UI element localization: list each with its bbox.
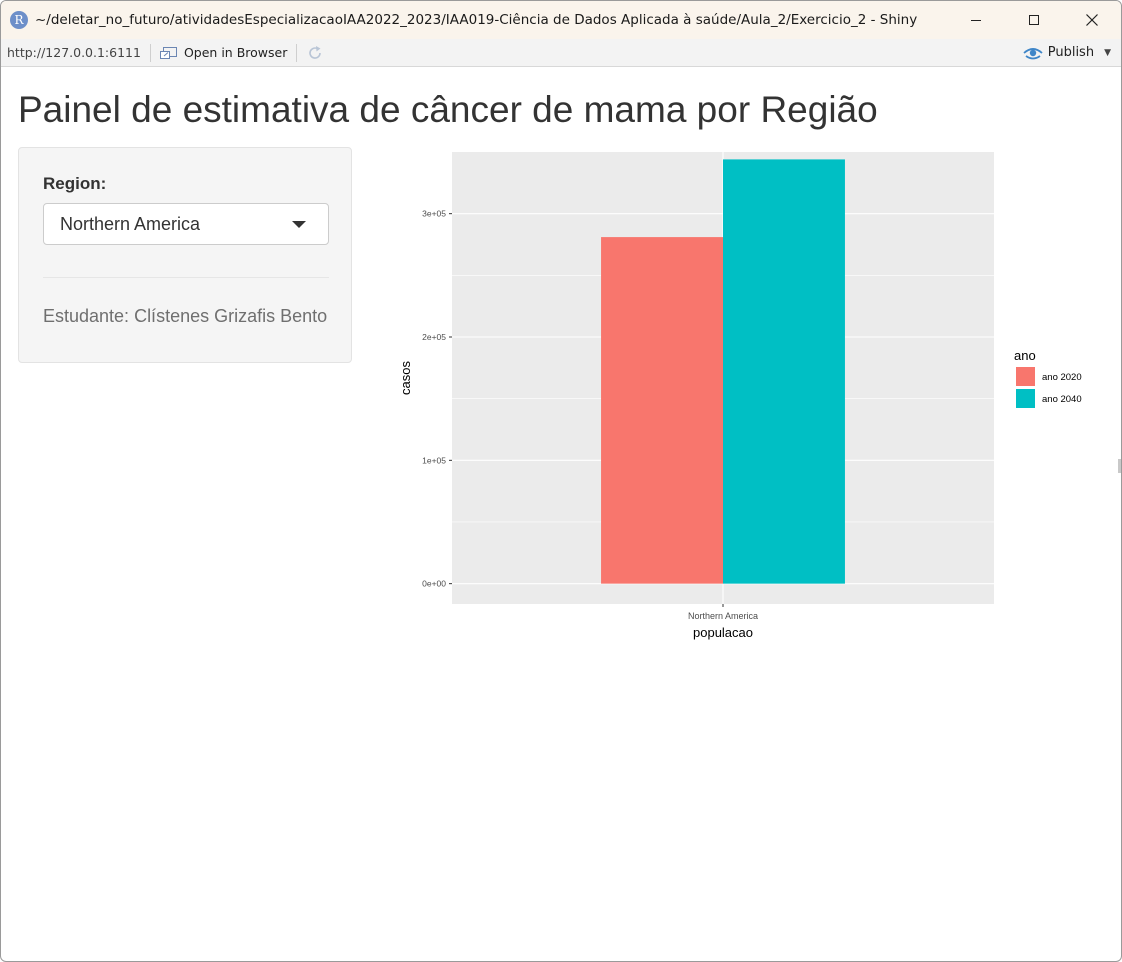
- title-bar: R ~/deletar_no_futuro/atividadesEspecial…: [1, 1, 1121, 39]
- region-label: Region:: [43, 174, 107, 193]
- y-tick-label: 1e+05: [422, 455, 446, 465]
- y-tick-label: 2e+05: [422, 332, 446, 342]
- url-text[interactable]: http://127.0.0.1:6111: [7, 45, 141, 60]
- scroll-edge-marker: [1118, 459, 1121, 473]
- y-tick-label: 0e+00: [422, 579, 446, 589]
- bar-ano-2040: [723, 159, 845, 584]
- toolbar-divider: [149, 43, 151, 62]
- maximize-icon: [1029, 15, 1039, 25]
- region-selected-value: Northern America: [60, 214, 201, 234]
- publish-label: Publish: [1047, 45, 1095, 60]
- bar-ano-2020: [601, 237, 723, 584]
- legend-title: ano: [1014, 348, 1036, 363]
- chevron-down-icon: [292, 221, 306, 228]
- close-button[interactable]: [1063, 1, 1121, 39]
- open-browser-icon: [159, 46, 177, 59]
- legend-key: [1016, 367, 1035, 386]
- refresh-button[interactable]: [306, 44, 324, 62]
- minimize-icon: [971, 20, 981, 21]
- legend-label: ano 2020: [1042, 372, 1082, 383]
- maximize-button[interactable]: [1005, 1, 1063, 39]
- legend-label: ano 2040: [1042, 394, 1082, 405]
- y-axis-title: casos: [398, 361, 413, 395]
- sidebar-divider: [43, 277, 329, 278]
- refresh-icon: [309, 45, 322, 59]
- sidebar-panel: Region: Northern America Estudante: Clís…: [18, 147, 352, 363]
- toolbar-divider: [296, 43, 298, 62]
- shiny-viewer-window: R ~/deletar_no_futuro/atividadesEspecial…: [0, 0, 1122, 962]
- publish-dropdown-icon[interactable]: ▼: [1104, 48, 1111, 58]
- viewer-toolbar: http://127.0.0.1:6111 Open in Browser Pu…: [1, 39, 1121, 67]
- region-select[interactable]: Northern America: [43, 203, 329, 245]
- open-in-browser-button[interactable]: Open in Browser: [159, 45, 288, 60]
- publish-icon: [1023, 47, 1043, 59]
- y-tick-label: 3e+05: [422, 209, 446, 219]
- legend-key: [1016, 389, 1035, 408]
- open-in-browser-label: Open in Browser: [183, 45, 288, 60]
- minimize-button[interactable]: [947, 1, 1005, 39]
- student-text: Estudante: Clístenes Grizafis Bento: [43, 306, 328, 326]
- x-tick-label: Northern America: [688, 611, 758, 621]
- window-title: ~/deletar_no_futuro/atividadesEspecializ…: [35, 12, 918, 28]
- page-title: Painel de estimativa de câncer de mama p…: [18, 89, 878, 130]
- publish-button[interactable]: Publish ▼: [1023, 39, 1111, 66]
- close-icon: [1086, 14, 1098, 26]
- r-app-icon: R: [10, 11, 28, 29]
- x-axis-title: populacao: [693, 625, 753, 640]
- window-controls: [947, 1, 1121, 39]
- bar-chart: Northern America 0e+00 1e+05 2e+05 3e+05 popu…: [398, 152, 1082, 640]
